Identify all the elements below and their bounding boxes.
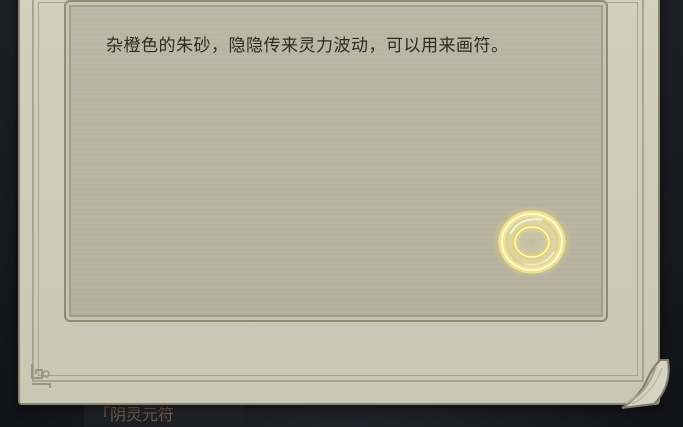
cinnabar-spirit-orb-icon[interactable] bbox=[490, 204, 574, 280]
item-description: 杂橙色的朱砂，隐隐传来灵力波动，可以用来画符。 bbox=[106, 36, 509, 56]
background-tab-label: 「阴灵元符 bbox=[94, 405, 175, 424]
corner-ornament-icon bbox=[31, 364, 51, 388]
item-detail-scroll bbox=[18, 0, 660, 405]
game-screen: 「阴灵元符 杂橙色的朱砂，隐隐传来灵力波动，可以用来画符。 bbox=[0, 0, 683, 427]
page-curl-icon bbox=[621, 359, 670, 409]
